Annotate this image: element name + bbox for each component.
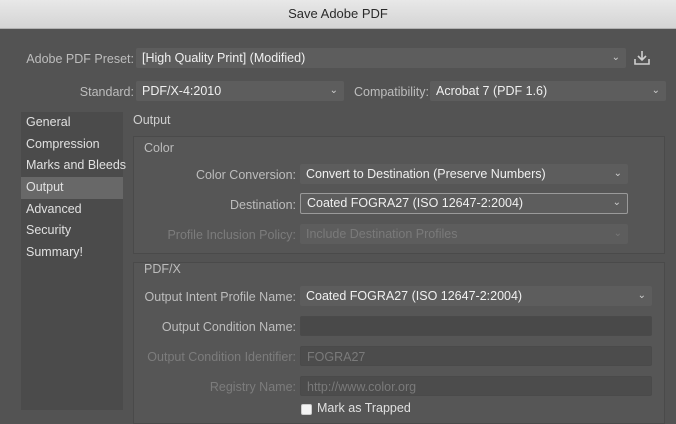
chevron-down-icon: ⌄ [329,85,338,96]
color-group-title: Color [144,141,174,155]
save-preset-icon[interactable] [632,48,652,68]
output-intent-profile-dropdown[interactable]: Coated FOGRA27 (ISO 12647-2:2004) ⌄ [300,286,652,306]
destination-value: Coated FOGRA27 (ISO 12647-2:2004) [307,196,524,210]
color-conversion-dropdown[interactable]: Convert to Destination (Preserve Numbers… [300,164,628,184]
mark-as-trapped-label: Mark as Trapped [317,401,411,415]
color-conversion-label: Color Conversion: [195,168,296,182]
compatibility-value: Acrobat 7 (PDF 1.6) [436,84,548,98]
preset-label: Adobe PDF Preset: [26,52,134,66]
chevron-down-icon: ⌄ [613,168,622,179]
output-condition-identifier-input: FOGRA27 [300,346,652,366]
sidebar-item-security[interactable]: Security [21,220,123,242]
destination-label: Destination: [229,198,296,212]
preset-value: [High Quality Print] (Modified) [142,51,306,65]
chevron-down-icon: ⌄ [637,290,646,301]
output-condition-identifier-value: FOGRA27 [307,350,366,364]
chevron-down-icon: ⌄ [612,197,621,208]
color-conversion-value: Convert to Destination (Preserve Numbers… [306,167,546,181]
standard-label: Standard: [79,85,134,99]
sidebar-item-summary[interactable]: Summary! [21,242,123,264]
chevron-down-icon: ⌄ [613,228,622,239]
registry-name-value: http://www.color.org [307,380,417,394]
section-title: Output [133,113,171,127]
output-condition-name-input[interactable] [300,316,652,336]
standard-dropdown[interactable]: PDF/X-4:2010 ⌄ [136,81,344,101]
sidebar: General Compression Marks and Bleeds Out… [21,112,126,410]
output-condition-name-label: Output Condition Name: [161,320,296,334]
chevron-down-icon: ⌄ [651,85,660,96]
window-title-bar: Save Adobe PDF [0,0,676,29]
compatibility-label: Compatibility: [353,85,429,99]
sidebar-item-general[interactable]: General [21,112,123,134]
profile-inclusion-value: Include Destination Profiles [306,227,458,241]
sidebar-item-compression[interactable]: Compression [21,134,123,156]
sidebar-item-marks-and-bleeds[interactable]: Marks and Bleeds [21,155,126,177]
output-intent-profile-value: Coated FOGRA27 (ISO 12647-2:2004) [306,289,523,303]
window-title: Save Adobe PDF [288,6,388,21]
registry-name-input: http://www.color.org [300,376,652,396]
preset-dropdown[interactable]: [High Quality Print] (Modified) ⌄ [136,48,626,68]
profile-inclusion-dropdown: Include Destination Profiles ⌄ [300,224,628,244]
compatibility-dropdown[interactable]: Acrobat 7 (PDF 1.6) ⌄ [430,81,666,101]
standard-value: PDF/X-4:2010 [142,84,222,98]
sidebar-item-output[interactable]: Output [21,177,123,199]
destination-dropdown[interactable]: Coated FOGRA27 (ISO 12647-2:2004) ⌄ [300,193,628,214]
pdfx-group-title: PDF/X [144,262,181,276]
profile-inclusion-label: Profile Inclusion Policy: [167,228,296,242]
output-intent-profile-label: Output Intent Profile Name: [144,290,296,304]
chevron-down-icon: ⌄ [611,52,620,63]
sidebar-item-advanced[interactable]: Advanced [21,199,123,221]
output-condition-identifier-label: Output Condition Identifier: [147,350,296,364]
registry-name-label: Registry Name: [209,380,296,394]
